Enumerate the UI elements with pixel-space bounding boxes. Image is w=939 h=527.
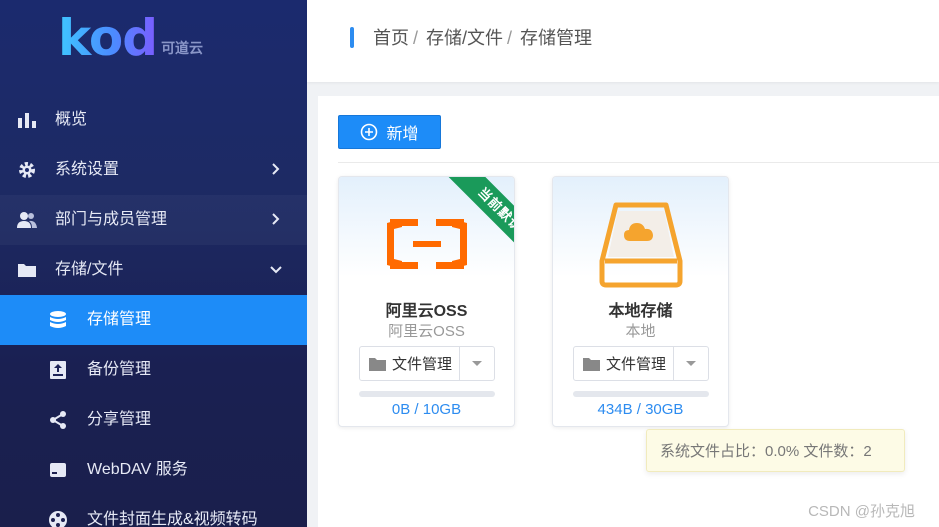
- file-manage-button[interactable]: 文件管理: [360, 347, 460, 380]
- file-manage-label: 文件管理: [606, 356, 667, 373]
- add-storage-button[interactable]: 新增: [338, 115, 441, 149]
- folder-icon: [18, 264, 36, 277]
- breadcrumb-home[interactable]: 首页: [373, 27, 409, 49]
- logo-text: kod: [58, 9, 158, 67]
- breadcrumb-indicator: [350, 27, 354, 48]
- breadcrumb-separator: /: [507, 28, 513, 48]
- sidebar-item-label: 分享管理: [87, 411, 152, 428]
- storage-title: 本地存储: [608, 303, 673, 320]
- share-icon: [50, 411, 66, 429]
- sidebar-item-webdav[interactable]: WebDAV 服务: [0, 445, 307, 495]
- caret-down-icon: [472, 360, 482, 366]
- logo-subtitle: 可道云: [161, 40, 204, 56]
- sidebar-item-overview[interactable]: 概览: [0, 95, 307, 145]
- folder-icon: [583, 357, 600, 371]
- usage-bar: [359, 391, 495, 397]
- sidebar-item-label: WebDAV 服务: [87, 461, 188, 478]
- storage-card-aliyun[interactable]: 当前默认 阿里云OSS 阿里云OSS 文件管理 0B / 10GB: [338, 176, 515, 427]
- usage-bar: [573, 391, 709, 397]
- file-manage-split-button: 文件管理: [359, 346, 495, 381]
- gear-icon: [19, 162, 35, 178]
- chevron-right-icon: [272, 163, 280, 175]
- sidebar-item-label: 系统设置: [55, 161, 120, 178]
- sidebar-menu: 概览 系统设置 部门与成员管理 存储/文件 存储管理 备份管理 分享管理 Web…: [0, 95, 307, 527]
- sidebar-item-label: 文件封面生成&视频转码: [87, 511, 258, 527]
- sidebar-item-cover-transcode[interactable]: 文件封面生成&视频转码: [0, 495, 307, 527]
- chevron-right-icon: [272, 213, 280, 225]
- sidebar-item-storage-files[interactable]: 存储/文件: [0, 245, 307, 295]
- file-manage-dropdown[interactable]: [460, 360, 494, 368]
- add-storage-label: 新增: [386, 126, 419, 143]
- storage-usage: 434B / 30GB: [597, 401, 684, 418]
- backup-icon: [50, 361, 66, 379]
- storage-card-local[interactable]: 本地存储 本地 文件管理 434B / 30GB: [552, 176, 729, 427]
- sidebar-item-departments[interactable]: 部门与成员管理: [0, 195, 307, 245]
- drive-icon: [50, 463, 66, 477]
- sidebar-item-label: 存储管理: [87, 311, 152, 328]
- plus-circle-icon: [361, 123, 378, 141]
- sidebar-item-share[interactable]: 分享管理: [0, 395, 307, 445]
- breadcrumb: 首页 / 存储/文件 / 存储管理: [373, 27, 592, 49]
- usage-tooltip: 系统文件占比：0.0% 文件数：2: [646, 429, 905, 472]
- users-icon: [17, 212, 37, 228]
- storage-subtitle: 阿里云OSS: [388, 323, 465, 340]
- sidebar-item-label: 概览: [55, 111, 88, 128]
- sidebar-item-backup[interactable]: 备份管理: [0, 345, 307, 395]
- folder-icon: [369, 357, 386, 371]
- file-manage-dropdown[interactable]: [674, 360, 708, 368]
- sidebar: kod 可道云 概览 系统设置 部门与成员管理 存储/文件 存储管理 备份管理 …: [0, 0, 307, 527]
- storage-usage: 0B / 10GB: [391, 401, 462, 418]
- chevron-down-icon: [270, 266, 282, 274]
- logo[interactable]: kod 可道云: [58, 12, 203, 64]
- breadcrumb-storage-files[interactable]: 存储/文件: [426, 27, 503, 49]
- file-manage-split-button: 文件管理: [573, 346, 709, 381]
- sidebar-item-storage-management[interactable]: 存储管理: [0, 295, 307, 345]
- header: 首页 / 存储/文件 / 存储管理: [307, 0, 939, 82]
- sidebar-item-label: 备份管理: [87, 361, 152, 378]
- breadcrumb-storage-management: 存储管理: [520, 28, 593, 48]
- file-manage-button[interactable]: 文件管理: [574, 347, 674, 380]
- sidebar-item-label: 存储/文件: [55, 261, 124, 278]
- local-disk-icon: [599, 202, 683, 288]
- watermark: CSDN @孙克旭: [808, 503, 915, 520]
- database-icon: [50, 311, 66, 328]
- storage-title: 阿里云OSS: [385, 303, 468, 320]
- storage-subtitle: 本地: [625, 323, 656, 340]
- sidebar-item-system-settings[interactable]: 系统设置: [0, 145, 307, 195]
- breadcrumb-separator: /: [413, 28, 419, 48]
- caret-down-icon: [686, 360, 696, 366]
- divider: [338, 162, 939, 163]
- file-manage-label: 文件管理: [392, 356, 453, 373]
- aliyun-icon: [387, 219, 467, 269]
- bar-chart-icon: [18, 113, 36, 128]
- film-reel-icon: [49, 511, 67, 527]
- sidebar-item-label: 部门与成员管理: [55, 211, 168, 228]
